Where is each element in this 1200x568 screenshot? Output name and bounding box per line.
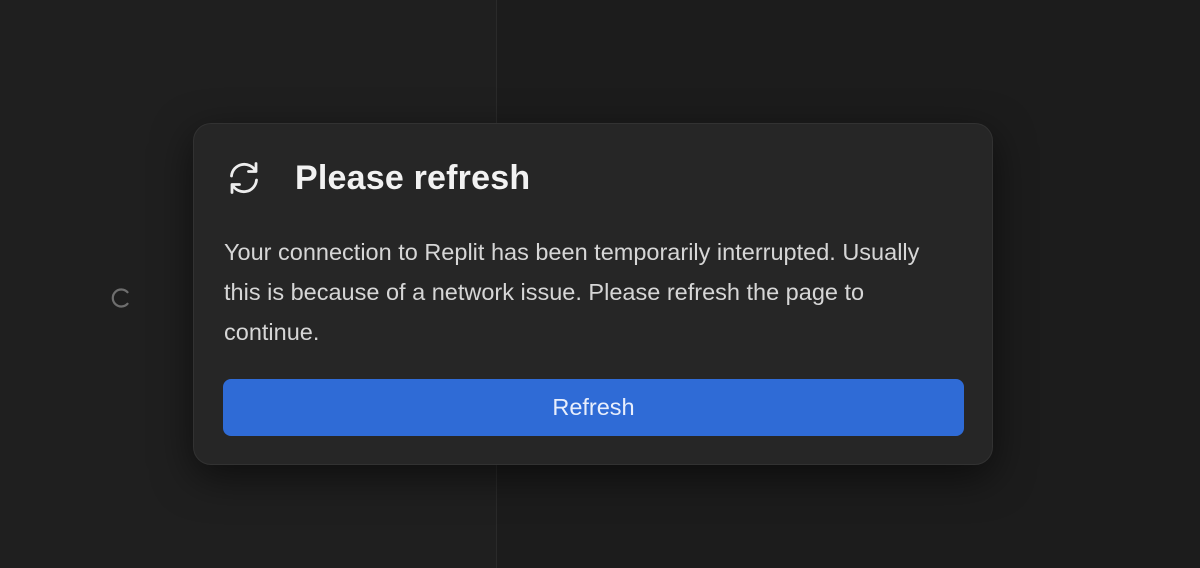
dialog-message: Your connection to Replit has been tempo… [224,239,920,345]
refresh-icon [224,158,264,198]
refresh-dialog: Please refresh Your connection to Replit… [193,123,993,465]
refresh-button[interactable]: Refresh [223,379,964,436]
dialog-header: Please refresh [224,158,530,198]
dialog-title: Please refresh [295,159,531,197]
loading-spinner-icon [111,288,129,308]
app-background: Please refresh Your connection to Replit… [0,0,1200,568]
